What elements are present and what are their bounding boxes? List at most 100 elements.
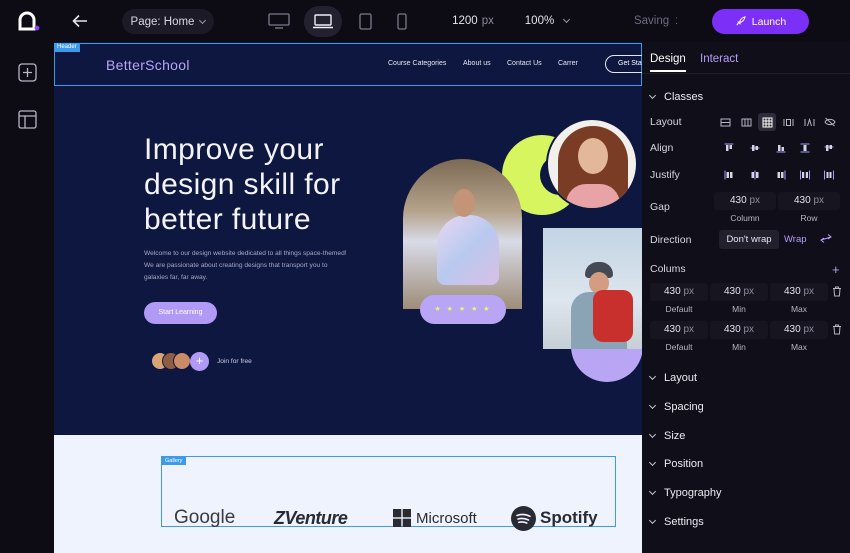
properties-panel: Design Interact Classes Layout Align Jus… xyxy=(642,42,850,553)
justify-label: Justify xyxy=(650,169,680,181)
column-caption: Max xyxy=(790,304,808,314)
section-settings[interactable]: Settings xyxy=(648,516,704,528)
section-size[interactable]: Size xyxy=(648,430,686,442)
align-center-icon[interactable] xyxy=(746,139,764,157)
spotify-logo: Spotify xyxy=(511,505,598,531)
gap-column-field[interactable]: 430 px xyxy=(714,192,776,210)
hero-photo-woman xyxy=(546,118,638,210)
laptop-device-icon[interactable] xyxy=(304,6,342,37)
avatar-group: + xyxy=(151,352,211,371)
justify-between-icon[interactable] xyxy=(796,166,814,184)
column-default-field[interactable]: 430 px xyxy=(650,321,708,339)
saving-status: Saving ⁚ xyxy=(628,12,684,30)
chevron-down-icon xyxy=(563,15,571,24)
layout-flex-icon[interactable] xyxy=(737,113,755,131)
section-position-label: Position xyxy=(664,458,704,470)
microsoft-squares-icon xyxy=(393,509,411,527)
chevron-down-icon xyxy=(648,458,657,467)
column-value: 430 px xyxy=(783,286,815,297)
page-selector[interactable]: Page: Home xyxy=(122,9,214,34)
layout-text-icon[interactable] xyxy=(800,113,818,131)
mobile-device-icon[interactable] xyxy=(393,11,411,31)
align-stretch-icon[interactable] xyxy=(796,139,814,157)
column-default-field[interactable]: 430 px xyxy=(650,283,708,301)
nav-cta-button[interactable]: Get Sta xyxy=(605,55,642,73)
justify-center-icon[interactable] xyxy=(746,166,764,184)
column-caption: Max xyxy=(790,342,808,352)
saving-text: Saving xyxy=(633,15,670,27)
justify-end-icon[interactable] xyxy=(772,166,790,184)
column-min-field[interactable]: 430 px xyxy=(710,321,768,339)
avatar-add-icon[interactable]: + xyxy=(190,352,209,371)
section-classes-label: Classes xyxy=(664,91,704,103)
direction-nowrap-button[interactable]: Don't wrap xyxy=(719,230,779,249)
align-start-icon[interactable] xyxy=(720,139,738,157)
justify-start-icon[interactable] xyxy=(720,166,738,184)
section-spacing[interactable]: Spacing xyxy=(648,401,704,413)
layout-columns-icon[interactable] xyxy=(779,113,797,131)
chevron-down-icon xyxy=(648,372,657,381)
back-arrow-icon[interactable] xyxy=(70,12,90,30)
section-classes[interactable]: Classes xyxy=(648,91,704,103)
start-learning-button[interactable]: Start Learning xyxy=(144,302,217,324)
column-value: 430 px xyxy=(663,286,695,297)
microsoft-logo-text: Microsoft xyxy=(416,509,477,527)
align-label: Align xyxy=(650,142,674,154)
canvas-width-field[interactable]: 1200 px xyxy=(448,12,498,30)
section-size-label: Size xyxy=(664,430,686,442)
nav-link-about[interactable]: About us xyxy=(463,60,491,67)
start-learning-label: Start Learning xyxy=(158,309,203,316)
column-value: 430 px xyxy=(663,324,695,335)
nav-cta-label: Get Sta xyxy=(618,60,642,67)
tab-interact[interactable]: Interact xyxy=(700,53,738,65)
desktop-device-icon[interactable] xyxy=(266,11,292,31)
layout-block-icon[interactable] xyxy=(716,113,734,131)
section-typography[interactable]: Typography xyxy=(648,487,721,499)
delete-column-icon[interactable] xyxy=(832,286,844,299)
chevron-down-icon xyxy=(648,516,657,525)
zoom-select[interactable]: 100% xyxy=(522,12,572,30)
zoom-value: 100% xyxy=(524,15,555,27)
launch-button[interactable]: Launch xyxy=(712,9,809,34)
direction-nowrap-label: Don't wrap xyxy=(726,234,772,245)
column-value: 430 px xyxy=(783,324,815,335)
chevron-down-icon xyxy=(648,487,657,496)
app-logo[interactable] xyxy=(18,11,40,31)
column-max-field[interactable]: 430 px xyxy=(770,283,828,301)
add-column-icon[interactable]: + xyxy=(832,263,840,276)
align-end-icon[interactable] xyxy=(772,139,790,157)
gap-row-field[interactable]: 430 px xyxy=(778,192,840,210)
justify-around-icon[interactable] xyxy=(820,166,838,184)
tab-design[interactable]: Design xyxy=(650,53,686,65)
venture-logo-text: Venture xyxy=(284,507,348,528)
layout-grid-icon[interactable] xyxy=(758,113,776,131)
delete-column-icon[interactable] xyxy=(832,324,844,337)
design-canvas[interactable]: Header BetterSchool Course Categories Ab… xyxy=(54,42,642,553)
left-toolbar xyxy=(0,42,54,553)
swap-direction-icon[interactable] xyxy=(820,233,834,246)
chevron-down-icon xyxy=(648,430,657,439)
microsoft-logo: Microsoft xyxy=(393,506,477,530)
direction-wrap-label: Wrap xyxy=(784,234,807,245)
align-baseline-icon[interactable] xyxy=(820,139,838,157)
brand-logo[interactable]: BetterSchool xyxy=(106,57,190,73)
add-element-icon[interactable] xyxy=(16,61,38,83)
layout-hidden-icon[interactable] xyxy=(821,113,839,131)
launch-label: Launch xyxy=(751,15,787,28)
column-max-field[interactable]: 430 px xyxy=(770,321,828,339)
nav-link-career[interactable]: Carrer xyxy=(558,60,578,67)
nav-link-contact[interactable]: Contact Us xyxy=(507,60,542,67)
page-selector-label: Page: Home xyxy=(130,15,195,28)
columns-label: Colums xyxy=(650,263,686,275)
nav-link-course-categories[interactable]: Course Categories xyxy=(388,60,446,67)
backpack-shape xyxy=(593,290,633,342)
layout-template-icon[interactable] xyxy=(16,108,38,130)
direction-wrap-button[interactable]: Wrap xyxy=(784,230,814,249)
gap-label: Gap xyxy=(650,201,670,213)
section-position[interactable]: Position xyxy=(648,458,704,470)
gap-column-caption: Column xyxy=(730,213,760,223)
tablet-device-icon[interactable] xyxy=(355,11,375,31)
section-layout[interactable]: Layout xyxy=(648,372,697,384)
join-text[interactable]: Join for free xyxy=(217,358,252,365)
column-min-field[interactable]: 430 px xyxy=(710,283,768,301)
